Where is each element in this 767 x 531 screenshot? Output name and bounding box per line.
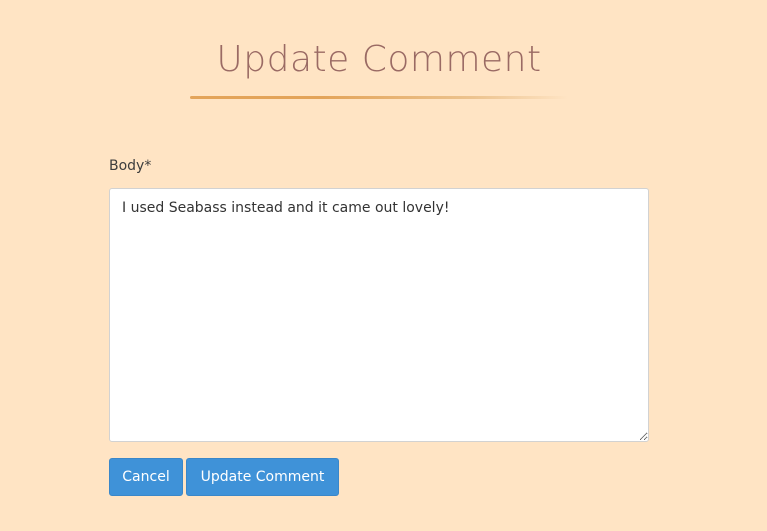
cancel-button[interactable]: Cancel: [109, 458, 183, 496]
update-comment-button[interactable]: Update Comment: [186, 458, 339, 496]
title-underline: [190, 96, 568, 99]
page-title: Update Comment: [216, 39, 542, 80]
body-label: Body*: [109, 158, 152, 174]
comment-body-textarea[interactable]: I used Seabass instead and it came out l…: [109, 188, 649, 442]
